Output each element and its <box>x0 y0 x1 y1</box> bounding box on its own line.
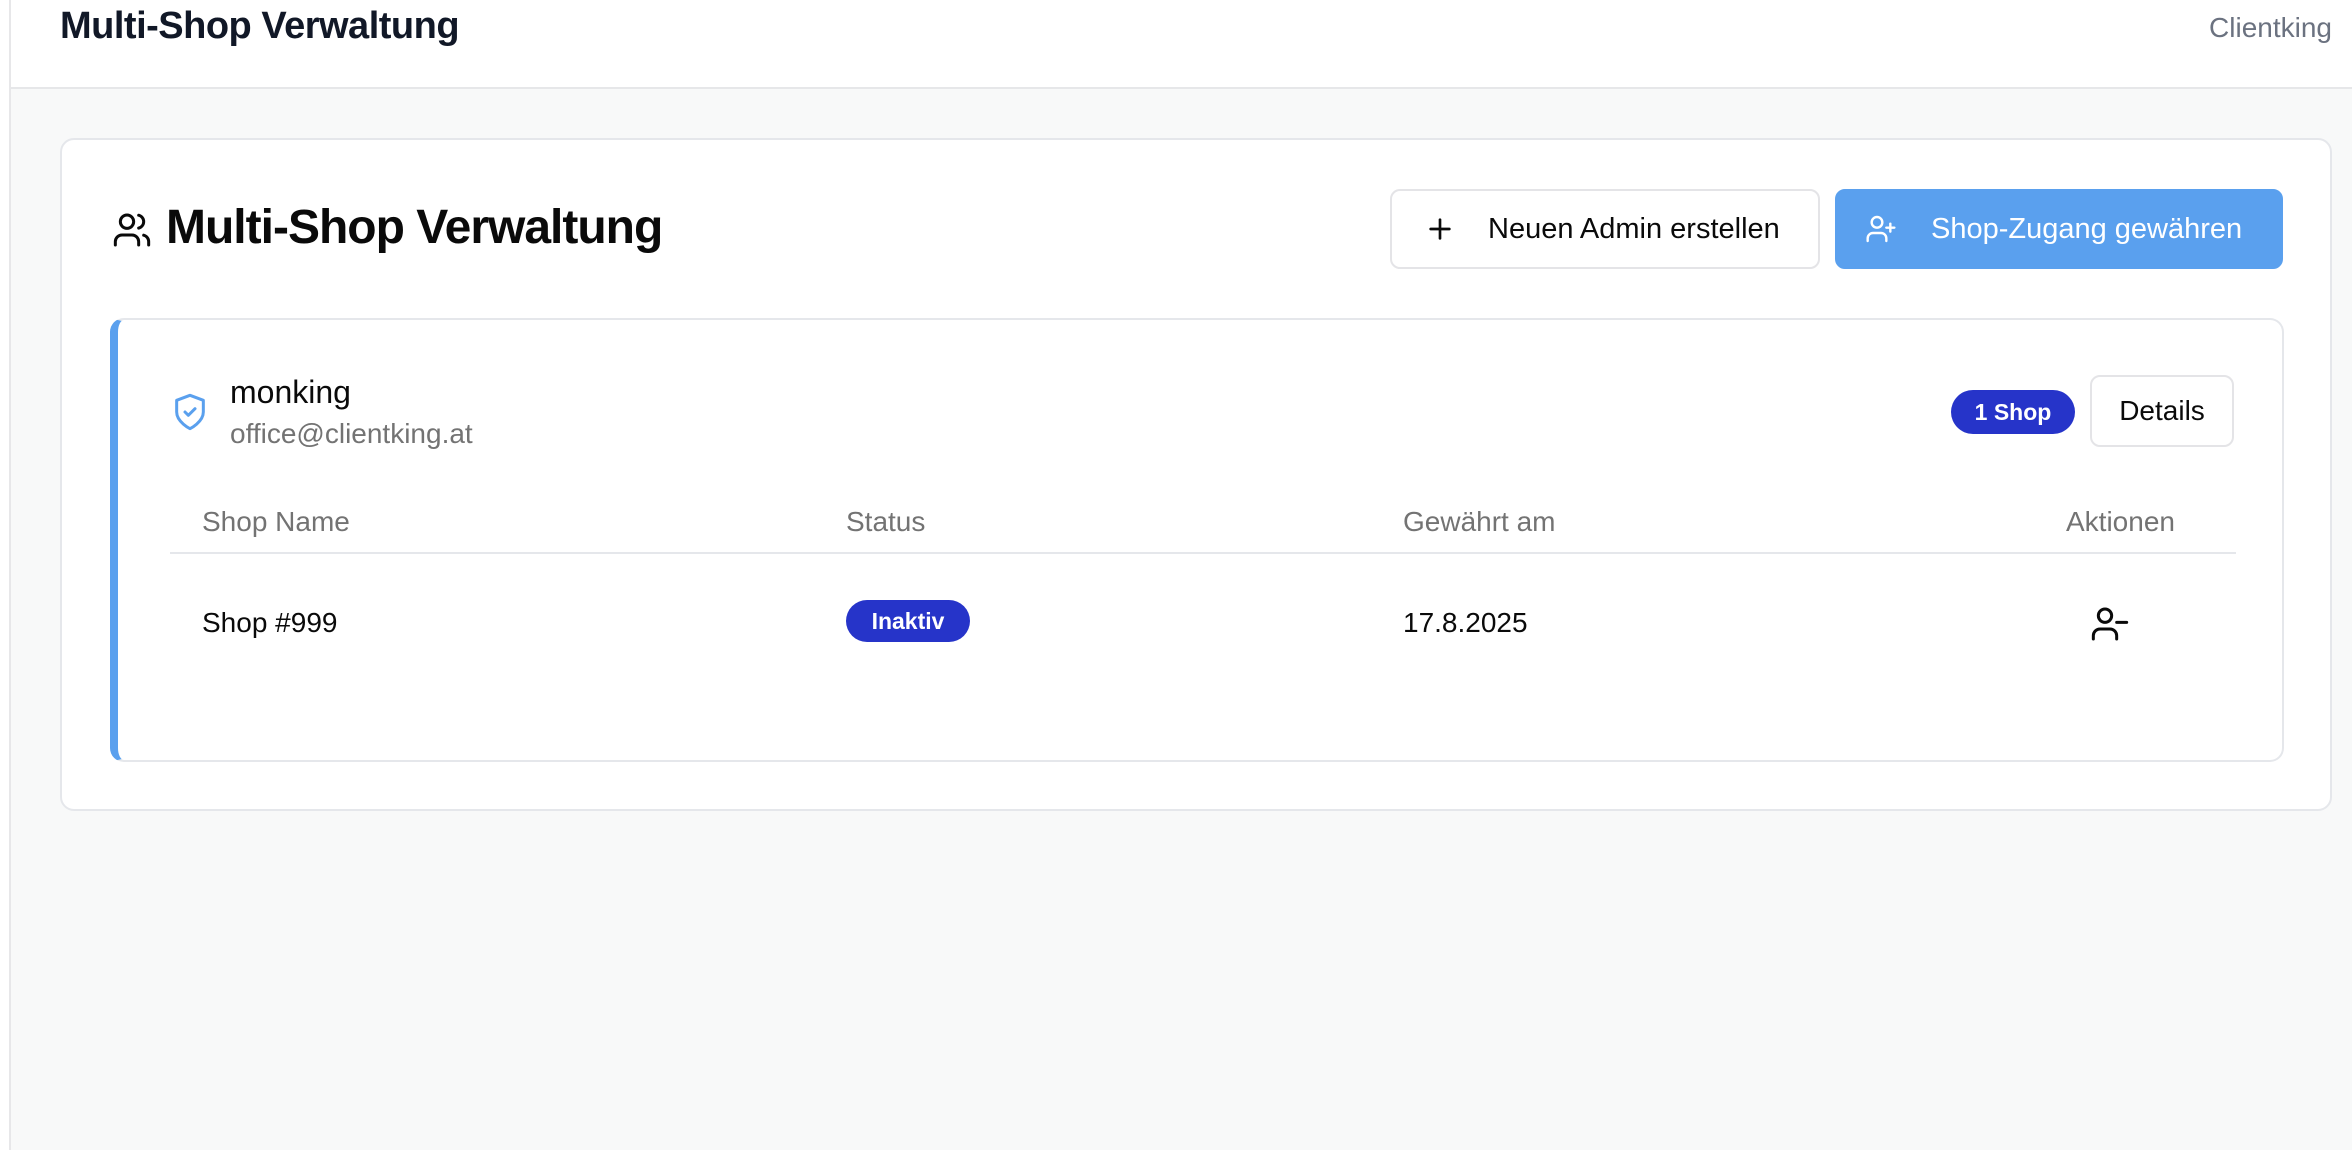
column-header-granted-on: Gewährt am <box>1403 506 1556 537</box>
plus-icon <box>1424 213 1456 245</box>
table-header: Shop Name Status Gewährt am Aktionen <box>170 492 2236 554</box>
admin-email: office@clientking.at <box>230 418 473 449</box>
shop-count-badge: 1 Shop <box>1951 390 2075 434</box>
column-header-status: Status <box>846 506 926 537</box>
grant-shop-access-label: Shop-Zugang gewähren <box>1931 212 2243 245</box>
user-name[interactable]: Clientking <box>2209 12 2332 44</box>
user-plus-icon <box>1865 213 1897 245</box>
page-title: Multi-Shop Verwaltung <box>60 5 460 47</box>
top-bar: Multi-Shop Verwaltung Clientking <box>11 0 2352 89</box>
shield-check-icon <box>170 392 210 432</box>
granted-on-cell: 17.8.2025 <box>1403 607 1528 638</box>
admin-card: monking office@clientking.at 1 Shop Deta… <box>110 318 2284 762</box>
table-row: Shop #999 Inaktiv 17.8.2025 <box>170 556 2236 696</box>
column-header-shop-name: Shop Name <box>202 506 350 537</box>
panel-title: Multi-Shop Verwaltung <box>166 201 663 254</box>
details-button[interactable]: Details <box>2090 375 2234 447</box>
user-minus-icon[interactable] <box>2090 604 2130 644</box>
column-header-actions: Aktionen <box>2066 506 2175 537</box>
admin-name: monking <box>230 374 351 410</box>
new-admin-label: Neuen Admin erstellen <box>1488 212 1780 245</box>
grant-shop-access-button[interactable]: Shop-Zugang gewähren <box>1835 189 2283 269</box>
left-sidebar-edge <box>0 0 11 1150</box>
users-icon <box>112 210 152 250</box>
app: Multi-Shop Verwaltung Clientking Multi-S… <box>0 0 2352 1150</box>
new-admin-button[interactable]: Neuen Admin erstellen <box>1390 189 1820 269</box>
status-badge: Inaktiv <box>846 600 970 642</box>
shop-name-cell: Shop #999 <box>202 607 338 638</box>
multi-shop-panel: Multi-Shop Verwaltung Neuen Admin erstel… <box>60 138 2332 811</box>
